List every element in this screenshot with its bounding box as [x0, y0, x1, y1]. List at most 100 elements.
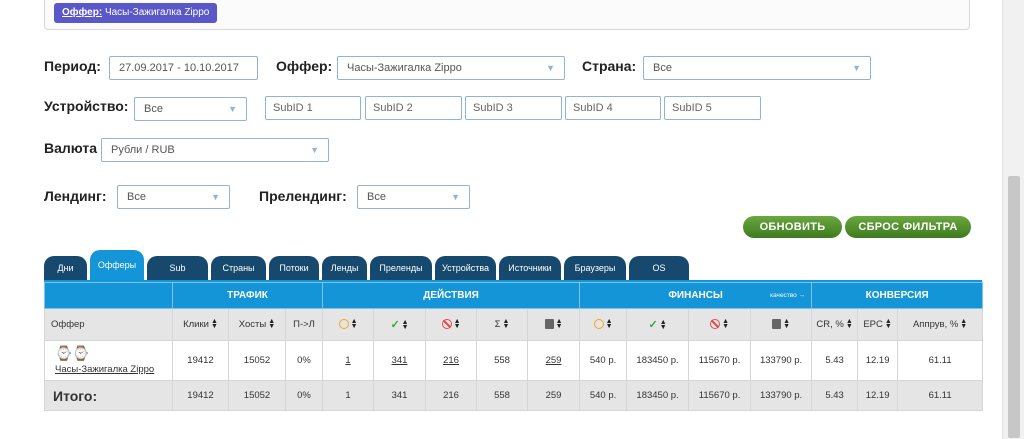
tab-devices[interactable]: Устройства: [435, 256, 496, 281]
total-clicks: 19412: [172, 380, 229, 411]
tab-sources[interactable]: Источники: [499, 256, 561, 281]
landing-label: Лендинг:: [44, 188, 107, 204]
tab-browsers[interactable]: Браузеры: [564, 256, 626, 281]
country-label: Страна:: [582, 58, 637, 74]
cell-declined: 216: [425, 340, 478, 381]
col-pl: П->Л: [284, 308, 324, 341]
col-clicks-label: Клики: [183, 319, 209, 330]
offer-filter-chip[interactable]: Оффер: Часы-Зажигалка Zippo: [54, 3, 218, 23]
sort-icon[interactable]: ▲ ▼: [660, 319, 667, 331]
total-fin-trash: 133790 р.: [750, 380, 813, 411]
landing-select[interactable]: Все ▼: [117, 185, 230, 209]
col-fin-declined[interactable]: ▲ ▼: [688, 308, 752, 341]
sort-icon[interactable]: ▲ ▼: [351, 318, 358, 330]
col-sum[interactable]: Σ ▲ ▼: [476, 308, 529, 341]
total-fin-wait: 540 р.: [579, 380, 628, 411]
currency-select-value: Рубли / RUB: [111, 144, 175, 156]
device-select[interactable]: Все ▼: [134, 97, 247, 121]
trash-link[interactable]: 259: [546, 355, 562, 366]
sort-icon[interactable]: ▲ ▼: [503, 318, 510, 330]
total-label: Итого:: [44, 380, 173, 411]
tab-days[interactable]: Дни: [44, 256, 87, 281]
subid-2-input[interactable]: SubID 2: [365, 96, 462, 120]
reset-filter-button[interactable]: СБРОС ФИЛЬТРА: [845, 216, 971, 238]
col-hosts[interactable]: Хосты ▲ ▼: [228, 308, 286, 341]
total-approved: 341: [373, 380, 427, 411]
check-icon: ✓: [648, 319, 658, 331]
col-approve[interactable]: Аппрув, % ▲ ▼: [897, 308, 984, 341]
tab-countries[interactable]: Страны: [211, 256, 266, 281]
col-offer: Оффер: [44, 308, 173, 341]
chevron-down-icon: ▼: [310, 145, 319, 155]
col-epc[interactable]: EPC ▲ ▼: [857, 308, 899, 341]
tab-sub[interactable]: Sub: [147, 256, 208, 281]
prelanding-select-value: Все: [367, 191, 386, 203]
subid-5-input[interactable]: SubID 5: [664, 96, 761, 120]
total-wait: 1: [322, 380, 375, 411]
sort-icon[interactable]: ▲ ▼: [722, 318, 729, 330]
col-wait[interactable]: ▲ ▼: [322, 308, 375, 341]
cell-pl: 0%: [284, 340, 324, 381]
sort-icon[interactable]: ▲ ▼: [606, 318, 613, 330]
period-input[interactable]: 27.09.2017 - 10.10.2017: [109, 56, 258, 80]
col-clicks[interactable]: Клики ▲ ▼: [172, 308, 229, 341]
currency-select[interactable]: Рубли / RUB ▼: [101, 138, 329, 162]
tab-landings[interactable]: Ленды: [322, 256, 367, 281]
offer-label: Оффер:: [276, 58, 333, 74]
col-hosts-label: Хосты: [238, 319, 267, 330]
col-fin-trash[interactable]: ▲ ▼: [750, 308, 813, 341]
sort-icon[interactable]: ▲ ▼: [556, 318, 563, 330]
offer-link[interactable]: Часы-Зажигалка Zippo: [55, 364, 154, 375]
scrollbar-thumb[interactable]: [1008, 176, 1020, 438]
subid-1-input[interactable]: SubID 1: [265, 96, 361, 120]
group-header-row: ТРАФИК ДЕЙСТВИЯ ФИНАНСЫ качество → КОНВЕР…: [44, 282, 984, 309]
tab-prelandings[interactable]: Преленды: [370, 256, 432, 281]
cell-approve: 61.11: [897, 340, 984, 381]
sort-icon[interactable]: ▲ ▼: [268, 318, 275, 330]
chevron-down-icon: ▼: [228, 104, 237, 114]
col-fin-wait[interactable]: ▲ ▼: [579, 308, 628, 341]
col-cr[interactable]: CR, % ▲ ▼: [811, 308, 859, 341]
sort-icon[interactable]: ▲ ▼: [402, 319, 409, 331]
cell-fin-wait: 540 р.: [579, 340, 628, 381]
tab-os[interactable]: OS: [629, 256, 689, 281]
prelanding-select[interactable]: Все ▼: [357, 185, 470, 209]
refresh-button[interactable]: ОБНОВИТЬ: [743, 216, 842, 238]
device-label: Устройство:: [44, 98, 129, 114]
subid-4-input[interactable]: SubID 4: [565, 96, 661, 120]
col-declined[interactable]: ▲ ▼: [425, 308, 478, 341]
cell-approved: 341: [373, 340, 427, 381]
page-scrollbar[interactable]: [1002, 0, 1024, 439]
check-icon: ✓: [390, 319, 400, 331]
sort-icon[interactable]: ▲ ▼: [960, 318, 967, 330]
sort-icon[interactable]: ▲ ▼: [885, 318, 892, 330]
tab-streams[interactable]: Потоки: [269, 256, 319, 281]
declined-link[interactable]: 216: [443, 355, 459, 366]
subid-3-input[interactable]: SubID 3: [465, 96, 562, 120]
sort-icon[interactable]: ▲ ▼: [211, 318, 218, 330]
currency-label: Валюта: [44, 140, 98, 156]
cell-clicks: 19412: [172, 340, 229, 381]
sort-icon[interactable]: ▲ ▼: [783, 318, 790, 330]
wait-link[interactable]: 1: [345, 355, 350, 366]
col-trash[interactable]: ▲ ▼: [527, 308, 581, 341]
country-select[interactable]: Все ▼: [643, 56, 871, 80]
tab-offers[interactable]: Офферы: [90, 250, 144, 281]
sort-icon[interactable]: ▲ ▼: [454, 318, 461, 330]
sort-icon[interactable]: ▲ ▼: [846, 318, 853, 330]
approved-link[interactable]: 341: [392, 355, 408, 366]
col-fin-approved[interactable]: ✓ ▲ ▼: [626, 308, 690, 341]
quality-link[interactable]: качество →: [770, 292, 805, 299]
clock-icon: [593, 319, 604, 330]
total-epc: 12.19: [857, 380, 899, 411]
total-declined: 216: [425, 380, 478, 411]
offer-select[interactable]: Часы-Зажигалка Zippo ▼: [337, 56, 565, 80]
period-label: Период:: [44, 58, 101, 74]
cell-epc: 12.19: [857, 340, 899, 381]
col-approved[interactable]: ✓ ▲ ▼: [373, 308, 427, 341]
group-traffic: ТРАФИК: [171, 282, 324, 309]
period-value: 27.09.2017 - 10.10.2017: [119, 62, 239, 74]
group-header-blank: [44, 282, 173, 309]
col-approve-label: Аппрув, %: [912, 319, 959, 330]
chevron-down-icon: ▼: [211, 192, 220, 202]
